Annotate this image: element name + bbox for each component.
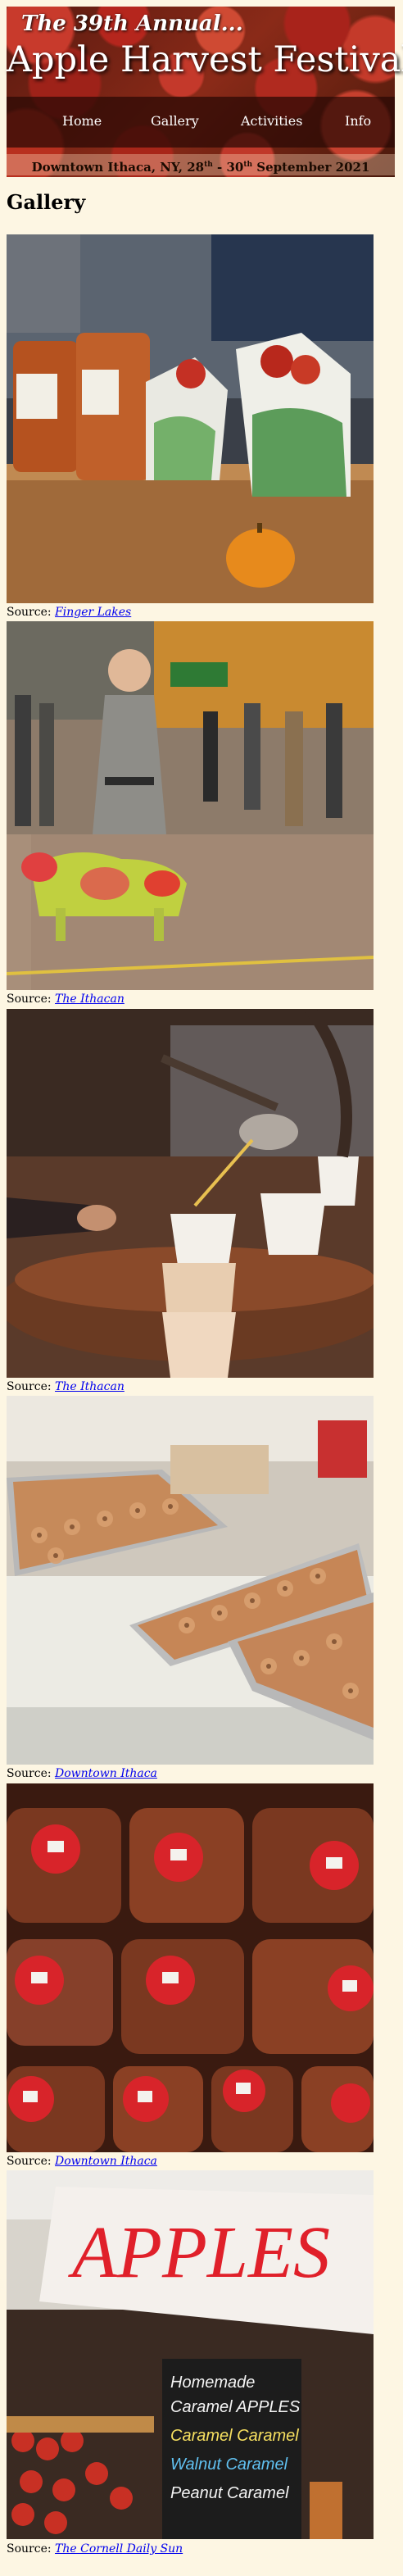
page-heading: Gallery: [7, 190, 86, 214]
banner-subtitle: The 39th Annual...: [21, 11, 243, 36]
apples-stand-image: APPLES Homemade Caramel APPLES Caramel C…: [7, 2170, 374, 2539]
source-label: Source:: [7, 1767, 52, 1780]
photo-source-5: Source: Downtown Ithaca: [7, 2155, 157, 2168]
gallery-photo-cider-jugs: [7, 234, 374, 603]
photo-source-2: Source: The Ithacan: [7, 993, 125, 1006]
banner-title: Apple Harvest Festival: [7, 39, 403, 80]
nav-info-link[interactable]: Info: [345, 113, 371, 129]
source-link[interactable]: The Ithacan: [55, 993, 125, 1006]
cider-gallons-image: [7, 1783, 374, 2152]
nav-gallery-link[interactable]: Gallery: [151, 113, 199, 129]
gallery-photo-ladle: [7, 1009, 374, 1378]
date-sup-start: th: [204, 161, 213, 169]
chalkboard-line-2: Caramel APPLES: [170, 2398, 301, 2416]
photo-source-6: Source: The Cornell Daily Sun: [7, 2542, 183, 2556]
date-prefix: Downtown Ithaca, NY, 28: [31, 160, 205, 175]
main-nav: Home Gallery Activities Info: [7, 97, 395, 148]
source-label: Source:: [7, 2155, 52, 2168]
gallery-photo-apples-stand: APPLES Homemade Caramel APPLES Caramel C…: [7, 2170, 374, 2539]
source-label: Source:: [7, 606, 52, 619]
nav-home-link[interactable]: Home: [62, 113, 102, 129]
source-link[interactable]: The Cornell Daily Sun: [55, 2542, 183, 2556]
source-link[interactable]: Downtown Ithaca: [55, 1767, 157, 1780]
photo-source-1: Source: Finger Lakes: [7, 606, 131, 619]
banner-date: Downtown Ithaca, NY, 28th - 30th Septemb…: [7, 154, 395, 175]
gallery-photo-woman-dog: [7, 621, 374, 990]
chalkboard-line-3: Caramel Caramel: [170, 2427, 299, 2445]
chalkboard-line-5: Peanut Caramel: [170, 2484, 289, 2502]
source-label: Source:: [7, 1380, 52, 1393]
festival-banner: The 39th Annual... Apple Harvest Festiva…: [7, 7, 403, 177]
gallery-photo-donuts: [7, 1396, 374, 1765]
date-mid: - 30: [212, 160, 244, 175]
photo-source-3: Source: The Ithacan: [7, 1380, 125, 1393]
date-sup-end: th: [243, 161, 253, 169]
cider-jugs-image: [7, 234, 374, 603]
date-suffix: September 2021: [252, 160, 370, 175]
photo-source-4: Source: Downtown Ithaca: [7, 1767, 157, 1780]
source-link[interactable]: Finger Lakes: [55, 606, 131, 619]
nav-activities-link[interactable]: Activities: [241, 113, 302, 129]
source-label: Source:: [7, 993, 52, 1006]
ladle-cider-image: [7, 1009, 374, 1378]
source-link[interactable]: The Ithacan: [55, 1380, 125, 1393]
apples-sign-text: APPLES: [68, 2212, 330, 2293]
gallery-photo-cider-gallons: [7, 1783, 374, 2152]
source-link[interactable]: Downtown Ithaca: [55, 2155, 157, 2168]
woman-dog-image: [7, 621, 374, 990]
chalkboard-line-4: Walnut Caramel: [170, 2456, 288, 2474]
source-label: Source:: [7, 2542, 52, 2556]
chalkboard-line-1: Homemade: [170, 2374, 255, 2392]
donut-trays-image: [7, 1396, 374, 1765]
